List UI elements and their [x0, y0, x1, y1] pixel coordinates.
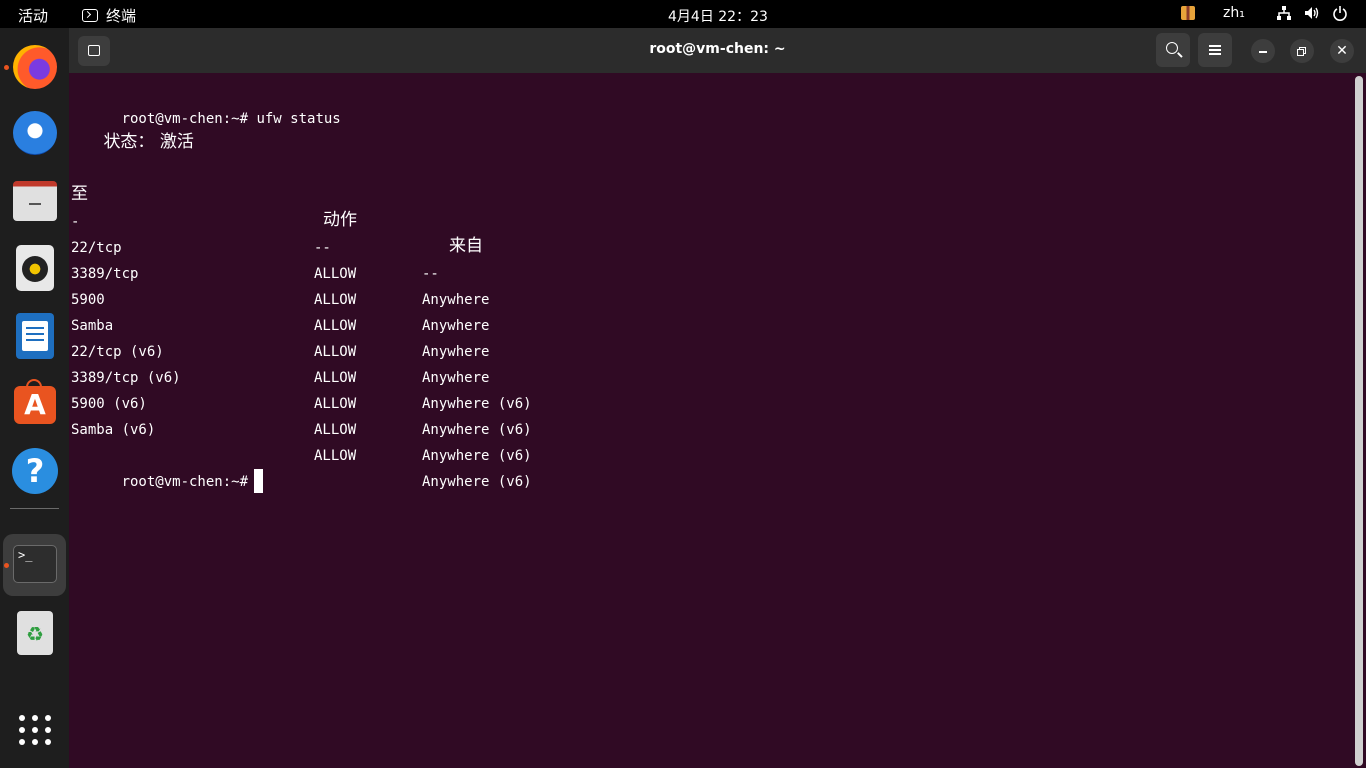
table-separator: - -- --	[71, 183, 671, 282]
activities-button[interactable]: 活动	[18, 5, 48, 26]
search-button[interactable]	[1156, 33, 1190, 67]
window-header-bar[interactable]: root@vm-chen: ~ ✕	[69, 28, 1366, 73]
thunderbird-icon[interactable]	[10, 108, 60, 158]
clock[interactable]: 4月4日 22：23	[668, 6, 768, 26]
table-row: Samba (v6) ALLOW Anywhere (v6)	[71, 391, 671, 490]
libreoffice-writer-icon[interactable]	[10, 311, 60, 361]
terminal-app-icon	[82, 9, 98, 22]
table-row: 3389/tcp (v6) ALLOW Anywhere (v6)	[71, 339, 671, 438]
trash-icon[interactable]: ♻	[10, 608, 60, 658]
rule-from: Anywhere (v6)	[422, 448, 532, 464]
minimize-button[interactable]	[1251, 39, 1275, 63]
dock-separator	[10, 508, 59, 509]
firefox-running-indicator	[4, 65, 9, 70]
table-row: 22/tcp ALLOW Anywhere	[71, 209, 671, 308]
prompt-line[interactable]: root@vm-chen:~#	[71, 443, 264, 493]
close-icon: ✕	[1336, 43, 1348, 59]
table-row: 5900 (v6) ALLOW Anywhere (v6)	[71, 365, 671, 464]
rhythmbox-icon[interactable]	[10, 243, 60, 293]
volume-icon[interactable]	[1304, 5, 1320, 21]
close-button[interactable]: ✕	[1330, 39, 1354, 63]
menu-button[interactable]	[1198, 33, 1232, 67]
rule-from: Anywhere (v6)	[422, 474, 532, 490]
scrollbar[interactable]	[1355, 76, 1363, 766]
terminal-window: root@vm-chen: ~ ✕ root@vm-chen:~# ufw st…	[69, 28, 1366, 768]
help-icon[interactable]: ?	[10, 446, 60, 496]
app-menu[interactable]: 终端	[82, 5, 136, 26]
ubuntu-software-icon[interactable]: A	[10, 378, 60, 428]
top-bar: 活动 终端 4月4日 22：23 zh₁	[0, 0, 1366, 28]
show-apps-icon[interactable]	[10, 704, 60, 754]
table-row: Samba ALLOW Anywhere	[71, 287, 671, 386]
text-cursor	[254, 469, 264, 493]
power-icon[interactable]	[1332, 5, 1348, 21]
prompt: root@vm-chen:~#	[121, 474, 249, 490]
status-value: 激活	[159, 132, 194, 152]
firefox-icon[interactable]	[10, 42, 60, 92]
minimize-icon	[1259, 51, 1267, 53]
app-name: 终端	[106, 7, 137, 25]
terminal-running-indicator	[4, 563, 9, 568]
maximize-button[interactable]	[1290, 39, 1314, 63]
rule-from: Anywhere (v6)	[422, 422, 532, 438]
rule-action: ALLOW	[314, 448, 357, 464]
input-method-indicator[interactable]: zh₁	[1223, 5, 1245, 21]
files-icon[interactable]	[10, 176, 60, 226]
rule-action: ALLOW	[314, 422, 357, 438]
status-label: 状态：	[103, 132, 155, 152]
rule-to: Samba (v6)	[71, 422, 156, 438]
dock: A ? >_ ♻	[0, 28, 69, 768]
terminal-icon[interactable]: >_	[10, 540, 60, 590]
status-line: 状态： 激活	[71, 103, 193, 152]
table-row: 5900 ALLOW Anywhere	[71, 261, 671, 360]
table-row: 22/tcp (v6) ALLOW Anywhere (v6)	[71, 313, 671, 412]
table-row: 3389/tcp ALLOW Anywhere	[71, 235, 671, 334]
table-header: 至 动作 来自	[71, 155, 671, 256]
network-icon[interactable]	[1276, 5, 1292, 21]
vm-tools-icon[interactable]	[1181, 6, 1195, 20]
command: ufw status	[256, 111, 341, 127]
search-icon	[1166, 42, 1178, 54]
terminal-output[interactable]: root@vm-chen:~# ufw status 状态： 激活 至 动作 来…	[71, 80, 1351, 760]
